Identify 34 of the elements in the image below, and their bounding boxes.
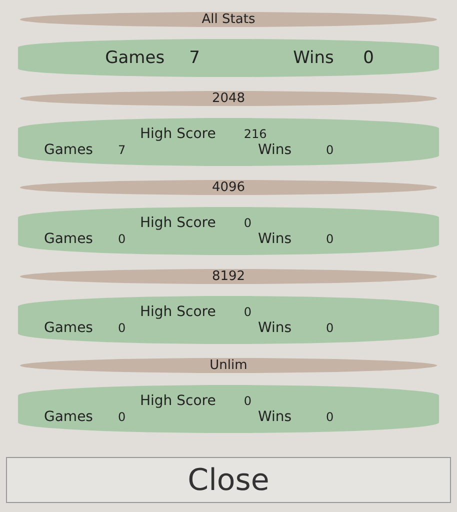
games-value: 7 <box>189 48 201 68</box>
games-label: Games <box>44 409 94 425</box>
close-button[interactable]: Close <box>6 457 451 503</box>
games-value: 0 <box>118 410 127 424</box>
games-value: 0 <box>118 232 127 246</box>
section-header: 2048 <box>20 91 437 106</box>
high-score-value: 0 <box>244 394 252 408</box>
wins-value: 0 <box>363 48 374 68</box>
high-score-label: High Score <box>140 304 216 320</box>
section-header: Unlim <box>20 358 437 373</box>
wins-value: 0 <box>326 143 334 157</box>
wins-value: 0 <box>326 410 334 424</box>
wins-value: 0 <box>326 232 334 246</box>
wins-label: Wins <box>258 142 293 158</box>
wins-label: Wins <box>293 48 335 68</box>
games-value: 7 <box>118 143 127 157</box>
section-header: All Stats <box>20 12 437 27</box>
games-label: Games <box>105 48 166 68</box>
wins-label: Wins <box>258 231 293 247</box>
section-header: 4096 <box>20 180 437 195</box>
high-score-value: 0 <box>244 305 252 319</box>
games-label: Games <box>44 231 94 247</box>
wins-label: Wins <box>258 409 293 425</box>
high-score-label: High Score <box>140 215 216 231</box>
games-label: Games <box>44 320 94 336</box>
section-header: 8192 <box>20 269 437 284</box>
high-score-label: High Score <box>140 393 216 409</box>
games-label: Games <box>44 142 94 158</box>
high-score-label: High Score <box>140 126 216 142</box>
wins-label: Wins <box>258 320 293 336</box>
high-score-value: 216 <box>244 127 267 141</box>
games-value: 0 <box>118 321 127 335</box>
wins-value: 0 <box>326 321 334 335</box>
high-score-value: 0 <box>244 216 252 230</box>
